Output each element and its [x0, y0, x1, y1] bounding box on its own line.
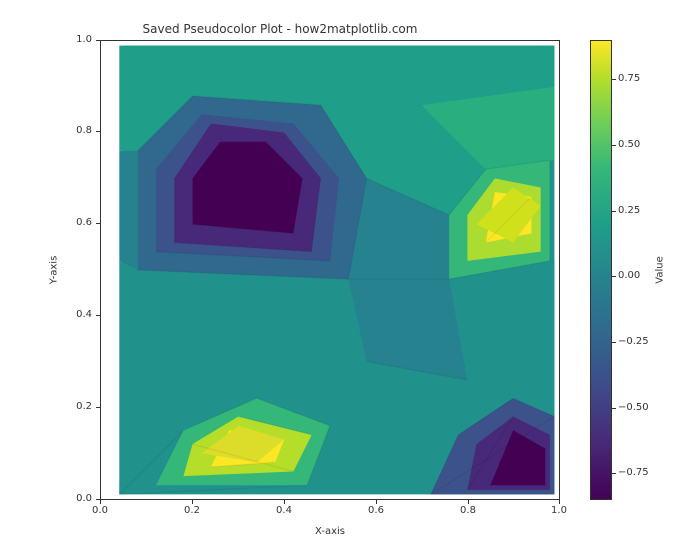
ytick-mark	[96, 499, 100, 500]
cbar-tick-label: 0.00	[618, 270, 658, 281]
cbar-tick-mark	[612, 145, 616, 146]
cbar-tick-mark	[612, 473, 616, 474]
xtick-mark	[100, 500, 101, 504]
x-axis-label: X-axis	[100, 526, 560, 537]
xtick-mark	[192, 500, 193, 504]
ytick-mark	[96, 315, 100, 316]
colorbar-label: Value	[660, 40, 674, 500]
cbar-tick-label: 0.25	[618, 205, 658, 216]
xtick-label: 0.8	[448, 505, 488, 516]
cbar-tick-label: 0.50	[618, 139, 658, 150]
cbar-tick-label: −0.25	[618, 336, 658, 347]
xtick-mark	[376, 500, 377, 504]
xtick-label: 0.4	[264, 505, 304, 516]
figure: Saved Pseudocolor Plot - how2matplotlib.…	[0, 0, 700, 560]
cbar-tick-mark	[612, 342, 616, 343]
ytick-mark	[96, 131, 100, 132]
xtick-label: 1.0	[539, 505, 579, 516]
cbar-tick-mark	[612, 276, 616, 277]
cbar-tick-label: −0.75	[618, 467, 658, 478]
xtick-label: 0.0	[80, 505, 120, 516]
colorbar	[590, 40, 612, 500]
ytick-mark	[96, 223, 100, 224]
xtick-mark	[468, 500, 469, 504]
cbar-tick-mark	[612, 79, 616, 80]
xtick-label: 0.6	[356, 505, 396, 516]
y-axis-label: Y-axis	[54, 40, 68, 500]
ytick-mark	[96, 407, 100, 408]
plot-area	[100, 40, 560, 500]
xtick-mark	[559, 500, 560, 504]
pseudocolor-surface	[101, 41, 559, 499]
cbar-tick-label: 0.75	[618, 73, 658, 84]
cbar-tick-mark	[612, 408, 616, 409]
xtick-mark	[284, 500, 285, 504]
ytick-mark	[96, 40, 100, 41]
cbar-tick-mark	[612, 211, 616, 212]
cbar-tick-label: −0.50	[618, 402, 658, 413]
xtick-label: 0.2	[172, 505, 212, 516]
